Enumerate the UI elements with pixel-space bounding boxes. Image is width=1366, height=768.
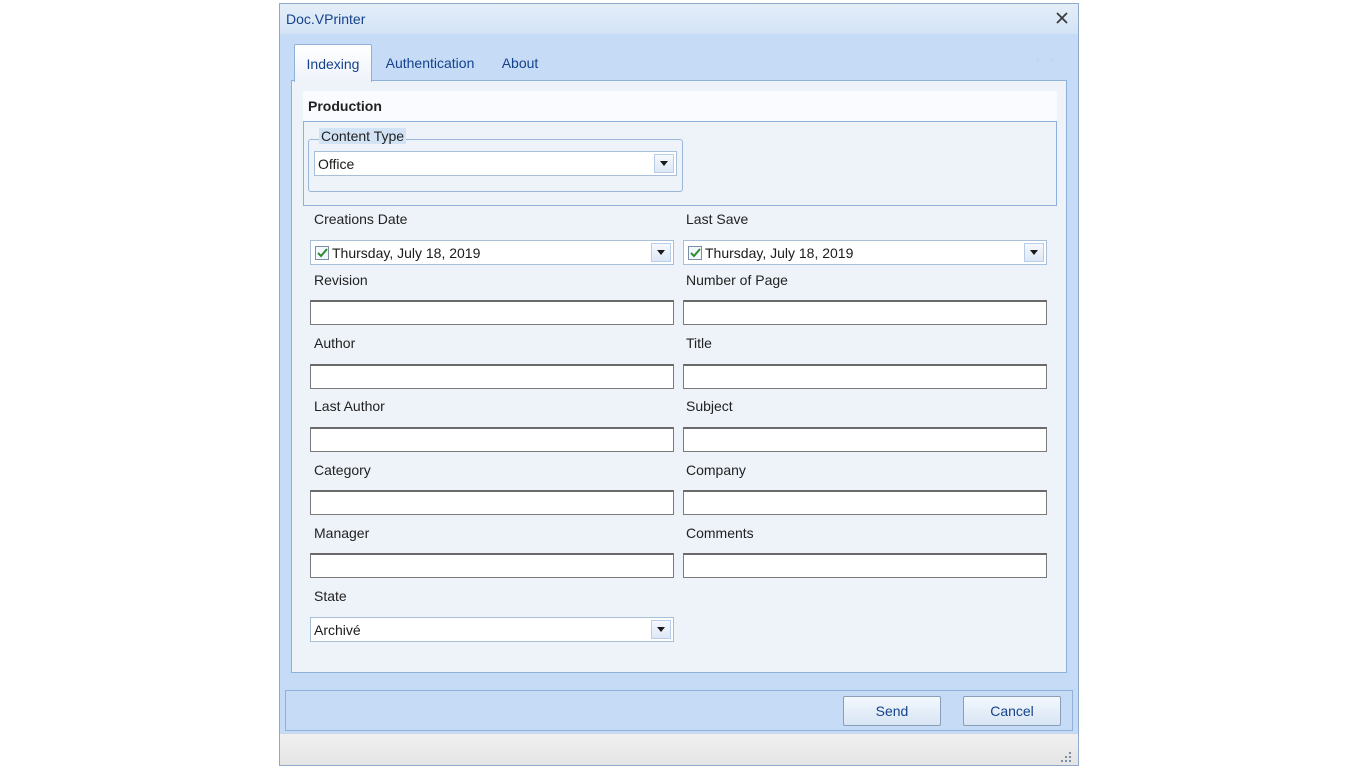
last-save-label: Last Save bbox=[686, 211, 749, 227]
author-label: Author bbox=[314, 335, 356, 351]
title-label: Title bbox=[686, 335, 712, 351]
last-save-value: Thursday, July 18, 2019 bbox=[705, 244, 854, 261]
content-type-legend: Content Type bbox=[319, 128, 407, 144]
chevron-down-icon[interactable] bbox=[654, 154, 674, 173]
chevron-down-icon[interactable] bbox=[651, 620, 671, 639]
last-author-label: Last Author bbox=[314, 398, 385, 414]
revision-input[interactable] bbox=[310, 300, 674, 325]
comments-label: Comments bbox=[686, 525, 754, 541]
title-bar[interactable]: Doc.VPrinter bbox=[280, 4, 1078, 34]
window-title: Doc.VPrinter bbox=[286, 11, 366, 27]
state-value: Archivé bbox=[314, 621, 361, 638]
send-button[interactable]: Send bbox=[843, 696, 941, 726]
comments-input[interactable] bbox=[683, 553, 1047, 578]
chevron-left-right-icon[interactable]: ‹› bbox=[1036, 52, 1064, 66]
last-save-picker[interactable]: Thursday, July 18, 2019 bbox=[683, 240, 1047, 265]
close-icon[interactable] bbox=[1054, 10, 1070, 26]
checkbox-checked-icon[interactable] bbox=[688, 245, 702, 260]
creation-date-picker[interactable]: Thursday, July 18, 2019 bbox=[310, 240, 674, 265]
company-input[interactable] bbox=[683, 490, 1047, 515]
subject-input[interactable] bbox=[683, 427, 1047, 452]
production-header: Production bbox=[303, 91, 1057, 121]
state-label: State bbox=[314, 588, 347, 604]
content-type-value: Office bbox=[318, 155, 355, 172]
button-bar: Send Cancel bbox=[285, 690, 1073, 731]
chevron-down-icon[interactable] bbox=[651, 243, 671, 262]
title-input[interactable] bbox=[683, 364, 1047, 389]
manager-input[interactable] bbox=[310, 553, 674, 578]
content-type-group: Office bbox=[308, 139, 683, 192]
status-bar bbox=[280, 733, 1078, 765]
docvprinter-window: Doc.VPrinter Indexing Authentication Abo… bbox=[279, 3, 1079, 766]
company-label: Company bbox=[686, 462, 746, 478]
chevron-down-icon[interactable] bbox=[1024, 243, 1044, 262]
tab-indexing[interactable]: Indexing bbox=[294, 44, 372, 82]
checkbox-checked-icon[interactable] bbox=[315, 245, 329, 260]
cancel-button[interactable]: Cancel bbox=[963, 696, 1061, 726]
number-of-page-input[interactable] bbox=[683, 300, 1047, 325]
tab-about[interactable]: About bbox=[493, 48, 547, 78]
content-type-select[interactable]: Office bbox=[314, 151, 677, 176]
resize-grip-icon[interactable] bbox=[1060, 750, 1072, 762]
state-select[interactable]: Archivé bbox=[310, 617, 674, 642]
subject-label: Subject bbox=[686, 398, 733, 414]
author-input[interactable] bbox=[310, 364, 674, 389]
production-panel: Office Content Type bbox=[303, 121, 1057, 206]
manager-label: Manager bbox=[314, 525, 370, 541]
category-input[interactable] bbox=[310, 490, 674, 515]
indexing-tab-page: Production Office Content Type Creations… bbox=[291, 80, 1067, 673]
revision-label: Revision bbox=[314, 272, 368, 288]
category-label: Category bbox=[314, 462, 371, 478]
tab-authentication[interactable]: Authentication bbox=[376, 48, 484, 78]
creation-date-value: Thursday, July 18, 2019 bbox=[332, 244, 481, 261]
creation-date-label: Creations Date bbox=[314, 211, 408, 227]
last-author-input[interactable] bbox=[310, 427, 674, 452]
number-of-page-label: Number of Page bbox=[686, 272, 788, 288]
